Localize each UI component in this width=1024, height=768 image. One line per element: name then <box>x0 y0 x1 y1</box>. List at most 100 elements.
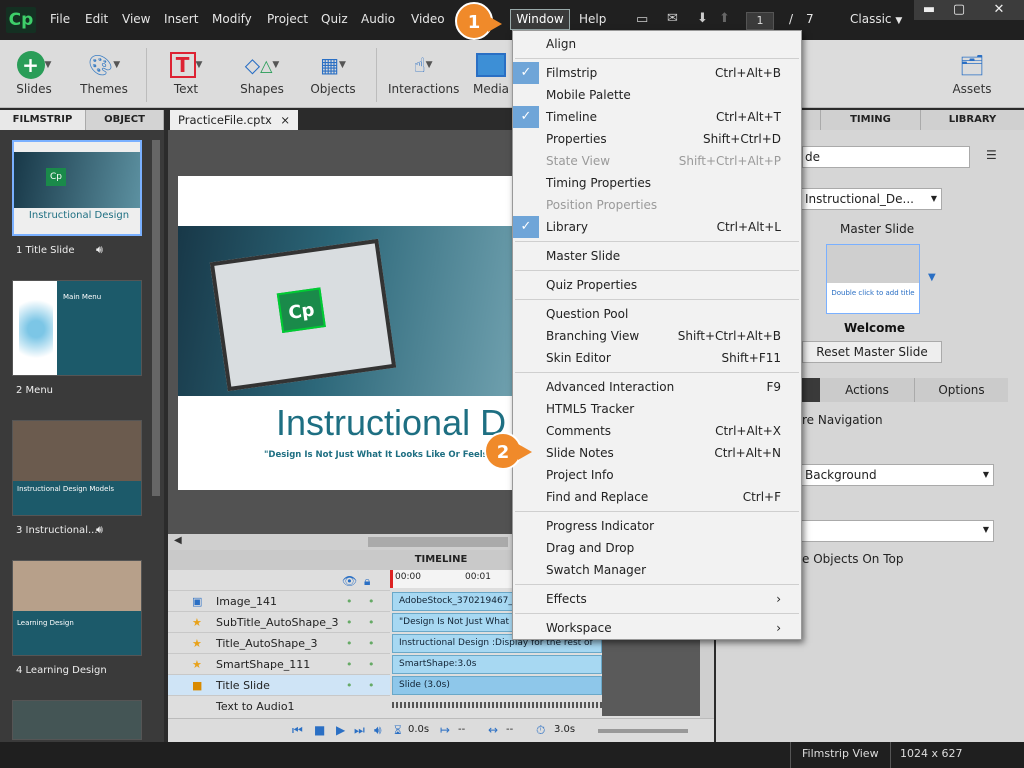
window-menu-item-question-pool[interactable]: Question Pool <box>513 303 801 325</box>
timeline-bar[interactable]: Slide (3.0s) <box>392 676 602 695</box>
window-menu-item-library[interactable]: ✓ Library Ctrl+Alt+L <box>513 216 801 238</box>
zoom-slider[interactable] <box>598 729 688 733</box>
slide-title[interactable]: Instructional D <box>276 402 506 444</box>
filmstrip-slide-4[interactable]: Learning Design <box>12 560 142 656</box>
window-menu-item-html5-tracker[interactable]: HTML5 Tracker <box>513 398 801 420</box>
window-menu-item-drag-and-drop[interactable]: Drag and Drop <box>513 537 801 559</box>
timeline-row[interactable]: ★ SmartShape_111 • • <box>168 653 390 674</box>
background-select[interactable]: Background ▼ <box>800 464 994 486</box>
tab-library[interactable]: LIBRARY <box>920 110 1024 130</box>
play-icon[interactable]: ▶ <box>336 723 345 737</box>
objects-button[interactable]: ▦ ▼ Objects <box>306 48 360 96</box>
tab-filmstrip[interactable]: FILMSTRIP <box>0 110 86 130</box>
menu-list-icon[interactable]: ☰ <box>986 148 997 162</box>
audio-icon[interactable]: 🔊︎ <box>374 723 382 738</box>
themes-button[interactable]: 🎨︎ ▼ Themes <box>76 48 132 96</box>
close-tab-icon[interactable]: × <box>280 110 290 130</box>
tab-timing[interactable]: TIMING <box>820 110 920 130</box>
window-menu-item-find-and-replace[interactable]: Find and Replace Ctrl+F <box>513 486 801 508</box>
menu-window[interactable]: Window <box>510 9 570 30</box>
menu-audio[interactable]: Audio <box>361 12 395 26</box>
slide-name-field[interactable]: de <box>802 146 970 168</box>
page-number-field[interactable]: 1 <box>746 12 774 30</box>
text-button[interactable]: T ▼ Text <box>160 48 212 96</box>
filmstrip-slide-5[interactable] <box>12 700 142 740</box>
window-menu-item-master-slide[interactable]: Master Slide <box>513 245 801 267</box>
window-menu-item-swatch-manager[interactable]: Swatch Manager <box>513 559 801 581</box>
menu-item-label: Timeline <box>546 110 598 124</box>
document-tab[interactable]: PracticeFile.cptx × <box>170 110 298 130</box>
menu-view[interactable]: View <box>122 12 150 26</box>
close-window-button[interactable]: ✕ <box>974 0 1024 20</box>
window-menu-item-advanced-interaction[interactable]: Advanced Interaction F9 <box>513 376 801 398</box>
comment-icon[interactable]: ▭ <box>636 12 648 27</box>
network-graphic <box>19 291 53 367</box>
timeline-row[interactable]: Text to Audio1 <box>168 695 390 716</box>
mail-icon[interactable]: ✉ <box>667 11 678 26</box>
minimize-button[interactable]: ▬ <box>914 0 944 20</box>
slide-canvas[interactable]: Cp Instructional D "Design Is Not Just W… <box>178 176 523 490</box>
timeline-row[interactable]: ★ SubTitle_AutoShape_3 • • <box>168 611 390 632</box>
menu-help[interactable]: Help <box>579 12 606 26</box>
scroll-left-icon[interactable]: ◀ <box>174 535 182 546</box>
scroll-thumb[interactable] <box>368 537 508 547</box>
skip-end-icon[interactable]: ⏭ <box>354 723 365 738</box>
tab-options[interactable]: Options <box>914 378 1008 402</box>
stop-icon[interactable]: ■ <box>314 723 325 737</box>
window-menu-item-skin-editor[interactable]: Skin Editor Shift+F11 <box>513 347 801 369</box>
filmstrip-scrollbar[interactable] <box>152 140 160 496</box>
menu-insert[interactable]: Insert <box>164 12 198 26</box>
lock-icon[interactable]: 🔒︎ <box>364 574 370 589</box>
reset-master-slide-button[interactable]: Reset Master Slide <box>802 341 942 363</box>
timeline-row[interactable]: ■ Title Slide • • <box>168 674 390 695</box>
menu-quiz[interactable]: Quiz <box>321 12 348 26</box>
workspace-switcher[interactable]: Classic ▼ <box>850 12 902 26</box>
timeline-bar[interactable]: SmartShape:3.0s <box>392 655 602 674</box>
master-slide-select[interactable]: Instructional_De... ▼ <box>800 188 942 210</box>
menu-project[interactable]: Project <box>267 12 308 26</box>
window-menu-item-progress-indicator[interactable]: Progress Indicator <box>513 515 801 537</box>
tab-object-state[interactable]: OBJECT STATE <box>86 110 164 145</box>
window-menu-item-project-info[interactable]: Project Info <box>513 464 801 486</box>
menu-video[interactable]: Video <box>411 12 445 26</box>
shapes-button[interactable]: ◇ △ ▼ Shapes <box>234 48 290 96</box>
visibility-eye-icon[interactable]: 👁︎ <box>342 574 357 588</box>
tab-actions[interactable]: Actions <box>820 378 914 402</box>
navigation-option[interactable]: re Navigation <box>802 413 883 427</box>
assets-button[interactable]: 🗂︎ Assets <box>946 48 998 96</box>
menu-modify[interactable]: Modify <box>212 12 252 26</box>
timeline-row[interactable]: ★ Title_AutoShape_3 • • <box>168 632 390 653</box>
upload-icon[interactable]: ⬆ <box>719 11 730 26</box>
window-menu-item-quiz-properties[interactable]: Quiz Properties <box>513 274 801 296</box>
window-menu-item-comments[interactable]: Comments Ctrl+Alt+X <box>513 420 801 442</box>
maximize-button[interactable]: ▢ <box>944 0 974 20</box>
media-button[interactable]: Media <box>470 48 512 96</box>
window-menu-item-workspace[interactable]: Workspace › <box>513 617 801 639</box>
menu-file[interactable]: File <box>50 12 70 26</box>
download-icon[interactable]: ⬇ <box>697 11 708 26</box>
slide-hero-image[interactable]: Cp <box>178 226 512 396</box>
interactions-button[interactable]: ☝︎ ▼ Interactions <box>388 48 459 96</box>
window-menu-item-filmstrip[interactable]: ✓ Filmstrip Ctrl+Alt+B <box>513 62 801 84</box>
master-slide-thumbnail[interactable]: Double click to add title <box>826 244 920 314</box>
menu-item-label: Progress Indicator <box>546 519 655 533</box>
menu-edit[interactable]: Edit <box>85 12 108 26</box>
skip-start-icon[interactable]: ⏮ <box>292 723 303 738</box>
filmstrip-slide-3[interactable]: Instructional Design Models <box>12 420 142 516</box>
window-menu-item-branching-view[interactable]: Branching View Shift+Ctrl+Alt+B <box>513 325 801 347</box>
dropdown-triangle-icon[interactable]: ▼ <box>928 272 936 283</box>
slides-button[interactable]: + ▼ Slides <box>8 48 60 96</box>
audio-waveform[interactable] <box>392 702 602 708</box>
window-menu-item-align[interactable]: Align <box>513 33 801 55</box>
window-menu-item-timing-properties[interactable]: Timing Properties <box>513 172 801 194</box>
filmstrip-slide-1[interactable]: Cp Instructional Design <box>12 140 142 236</box>
objects-on-top-option[interactable]: e Objects On Top <box>802 552 903 566</box>
timeline-row[interactable]: ▣ Image_141 • • <box>168 590 390 611</box>
window-menu-item-slide-notes[interactable]: Slide Notes Ctrl+Alt+N <box>513 442 801 464</box>
filmstrip-slide-2[interactable]: Main Menu <box>12 280 142 376</box>
window-menu-item-mobile-palette[interactable]: Mobile Palette <box>513 84 801 106</box>
secondary-select[interactable]: ▼ <box>800 520 994 542</box>
window-menu-item-timeline[interactable]: ✓ Timeline Ctrl+Alt+T <box>513 106 801 128</box>
window-menu-item-effects[interactable]: Effects › <box>513 588 801 610</box>
window-menu-item-properties[interactable]: Properties Shift+Ctrl+D <box>513 128 801 150</box>
